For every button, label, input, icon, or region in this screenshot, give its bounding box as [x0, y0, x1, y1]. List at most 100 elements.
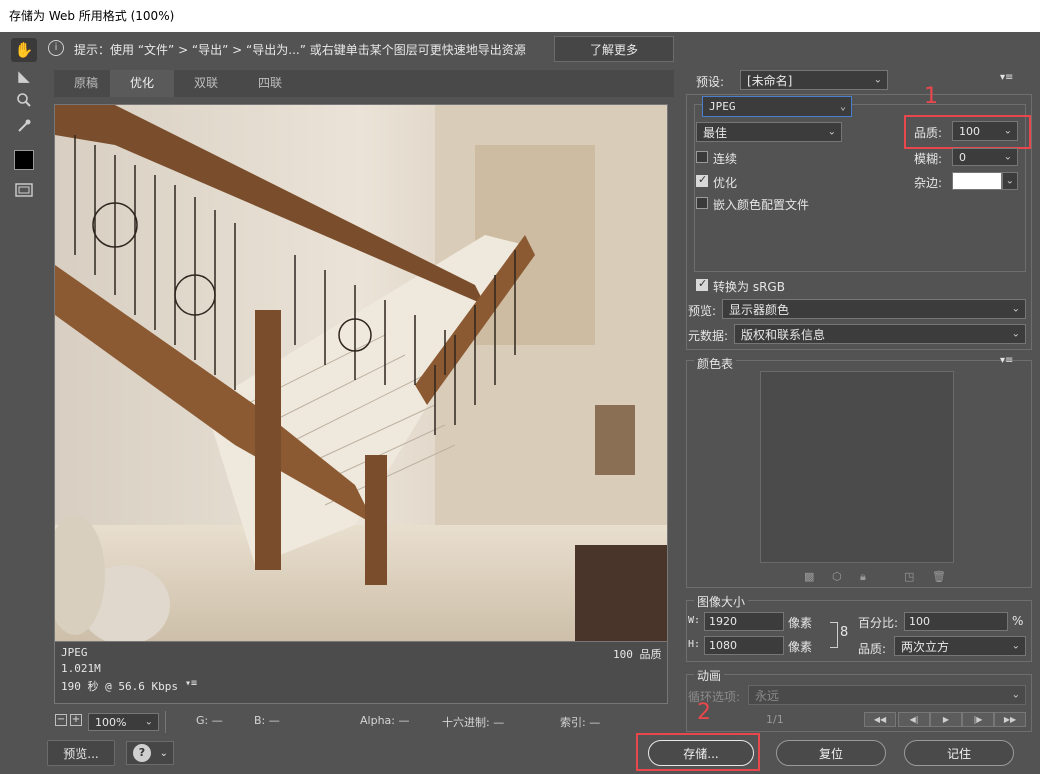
chevron-down-icon: ⌄ [873, 74, 882, 86]
chevron-down-icon: ⌄ [1003, 151, 1012, 163]
convert-srgb-checkbox[interactable] [696, 277, 708, 291]
previous-frame-icon[interactable]: ◀| [898, 712, 930, 727]
chevron-down-icon: ⌄ [144, 716, 153, 728]
blur-input[interactable]: 0 ⌄ [952, 148, 1018, 166]
new-color-icon[interactable]: ◳ [904, 570, 914, 583]
chevron-down-icon: ⌄ [1011, 689, 1020, 701]
preview-mode-select[interactable]: 显示器颜色 ⌄ [722, 299, 1026, 319]
map-to-transparent-icon[interactable]: ▩ [804, 570, 814, 583]
slice-select-tool-icon[interactable]: ◣ [11, 64, 37, 88]
annotation-box-save [636, 733, 760, 771]
chevron-down-icon: ⌄ [839, 101, 846, 112]
embed-profile-label: 嵌入颜色配置文件 [713, 198, 810, 212]
quality-preset-value: 最佳 [703, 125, 728, 140]
loop-options-select: 永远 ⌄ [748, 685, 1026, 705]
embed-profile-checkbox[interactable] [696, 197, 708, 209]
width-input[interactable]: 1920 [704, 612, 784, 631]
zoom-select[interactable]: 100% ⌄ [88, 713, 159, 731]
constrain-bracket [830, 622, 838, 648]
matte-color-swatch[interactable] [952, 172, 1002, 190]
tab-optimized[interactable]: 优化 [110, 70, 174, 97]
browser-preview-select[interactable]: ? ⌄ [126, 741, 174, 765]
optimized-label: 优化 [713, 176, 738, 190]
link-proportions-icon[interactable]: 8 [840, 625, 848, 640]
zoom-tool-icon[interactable] [11, 88, 37, 112]
preset-value: [未命名] [747, 73, 793, 88]
preset-select[interactable]: [未命名] ⌄ [740, 70, 888, 90]
learn-more-button[interactable]: 了解更多 [554, 36, 674, 62]
hint-text: 提示：使用 “文件” > “导出” > “导出为...” 或右键单击某个图层可更… [74, 43, 526, 57]
next-frame-icon[interactable]: |▶ [962, 712, 994, 727]
eyedropper-tool-icon[interactable] [11, 114, 37, 138]
zoom-in-button[interactable]: + [70, 714, 82, 726]
chevron-down-icon: ⌄ [159, 747, 168, 759]
percent-input[interactable]: 100 [904, 612, 1008, 631]
info-icon: i [48, 40, 64, 56]
hint-bar: i 提示：使用 “文件” > “导出” > “导出为...” 或右键单击某个图层… [44, 36, 1032, 62]
image-preview[interactable] [45, 104, 668, 645]
animation-title: 动画 [694, 667, 725, 684]
zoom-out-button[interactable]: − [55, 714, 67, 726]
last-frame-icon[interactable]: ▶▶ [994, 712, 1026, 727]
reset-button[interactable]: 复位 [776, 740, 886, 766]
color-table-title: 颜色表 [694, 355, 737, 372]
resample-quality-select[interactable]: 两次立方 ⌄ [894, 636, 1026, 656]
progressive-label: 连续 [713, 152, 738, 166]
first-frame-icon[interactable]: ◀◀ [864, 712, 896, 727]
remember-button[interactable]: 记住 [904, 740, 1014, 766]
progressive-checkbox[interactable] [696, 151, 708, 163]
loop-options-label: 循环选项: [688, 690, 741, 704]
metadata-label: 元数据: [688, 329, 729, 343]
preview-mode-value: 显示器颜色 [729, 302, 790, 317]
chevron-down-icon: ⌄ [827, 126, 836, 138]
trash-icon[interactable]: 🗑︎ [932, 570, 946, 583]
metadata-value: 版权和联系信息 [741, 327, 826, 342]
height-unit: 像素 [788, 640, 813, 654]
format-select[interactable]: JPEG ⌄ [702, 96, 852, 117]
metadata-select[interactable]: 版权和联系信息 ⌄ [734, 324, 1026, 344]
chevron-down-icon: ⌄ [1011, 328, 1020, 340]
info-menu-icon[interactable]: ▾≡ [185, 678, 197, 689]
color-table-menu-icon[interactable]: ▾≡ [1000, 355, 1013, 366]
view-tabs: 原稿 优化 双联 四联 [54, 70, 674, 97]
image-size-title: 图像大小 [694, 593, 749, 610]
web-shift-icon[interactable]: ⬡ [832, 570, 842, 583]
preset-menu-icon[interactable]: ▾≡ [1000, 72, 1013, 83]
blur-label: 模糊: [914, 152, 943, 166]
annotation-box-quality [904, 115, 1031, 149]
browser-help-icon: ? [133, 744, 151, 762]
window-title: 存储为 Web 所用格式 (100%) [0, 0, 1040, 32]
toggle-slices-icon[interactable] [11, 178, 37, 202]
matte-label: 杂边: [914, 176, 943, 190]
tab-original[interactable]: 原稿 [54, 70, 118, 97]
image-info-bar: JPEG 1.021M 190 秒 @ 56.6 Kbps ▾≡ 100 品质 [54, 642, 668, 704]
preview-button[interactable]: 预览... [47, 740, 115, 766]
chevron-down-icon: ⌄ [1011, 303, 1020, 315]
tab-4-up[interactable]: 四联 [238, 70, 302, 97]
height-label: H: [688, 639, 701, 650]
format-value: JPEG [709, 100, 736, 113]
divider [165, 711, 166, 733]
height-input[interactable]: 1080 [704, 636, 784, 655]
status-g: G: — [196, 714, 223, 727]
color-table-swatches[interactable] [760, 371, 954, 563]
quality-preset-select[interactable]: 最佳 ⌄ [696, 122, 842, 142]
hand-tool-icon[interactable]: ✋ [11, 38, 37, 62]
status-index: 索引: — [560, 716, 601, 729]
status-alpha: Alpha: — [360, 714, 410, 727]
tool-panel: ✋ ◣ [8, 36, 40, 208]
frame-counter: 1/1 [766, 713, 784, 726]
percent-unit: % [1012, 614, 1024, 628]
info-file-size: 1.021M [61, 662, 101, 675]
tab-2-up[interactable]: 双联 [174, 70, 238, 97]
lock-color-icon[interactable]: 🔒︎ [860, 570, 866, 584]
width-label: W: [688, 615, 701, 626]
matte-dropdown[interactable]: ⌄ [1002, 172, 1018, 190]
info-format: JPEG [61, 646, 88, 659]
preview-mode-label: 预览: [688, 304, 717, 318]
eyedropper-color-swatch[interactable] [11, 148, 37, 172]
optimized-checkbox[interactable] [696, 173, 708, 187]
play-icon[interactable]: ▶ [930, 712, 962, 727]
chevron-down-icon: ⌄ [1005, 175, 1014, 187]
loop-options-value: 永远 [755, 688, 780, 703]
